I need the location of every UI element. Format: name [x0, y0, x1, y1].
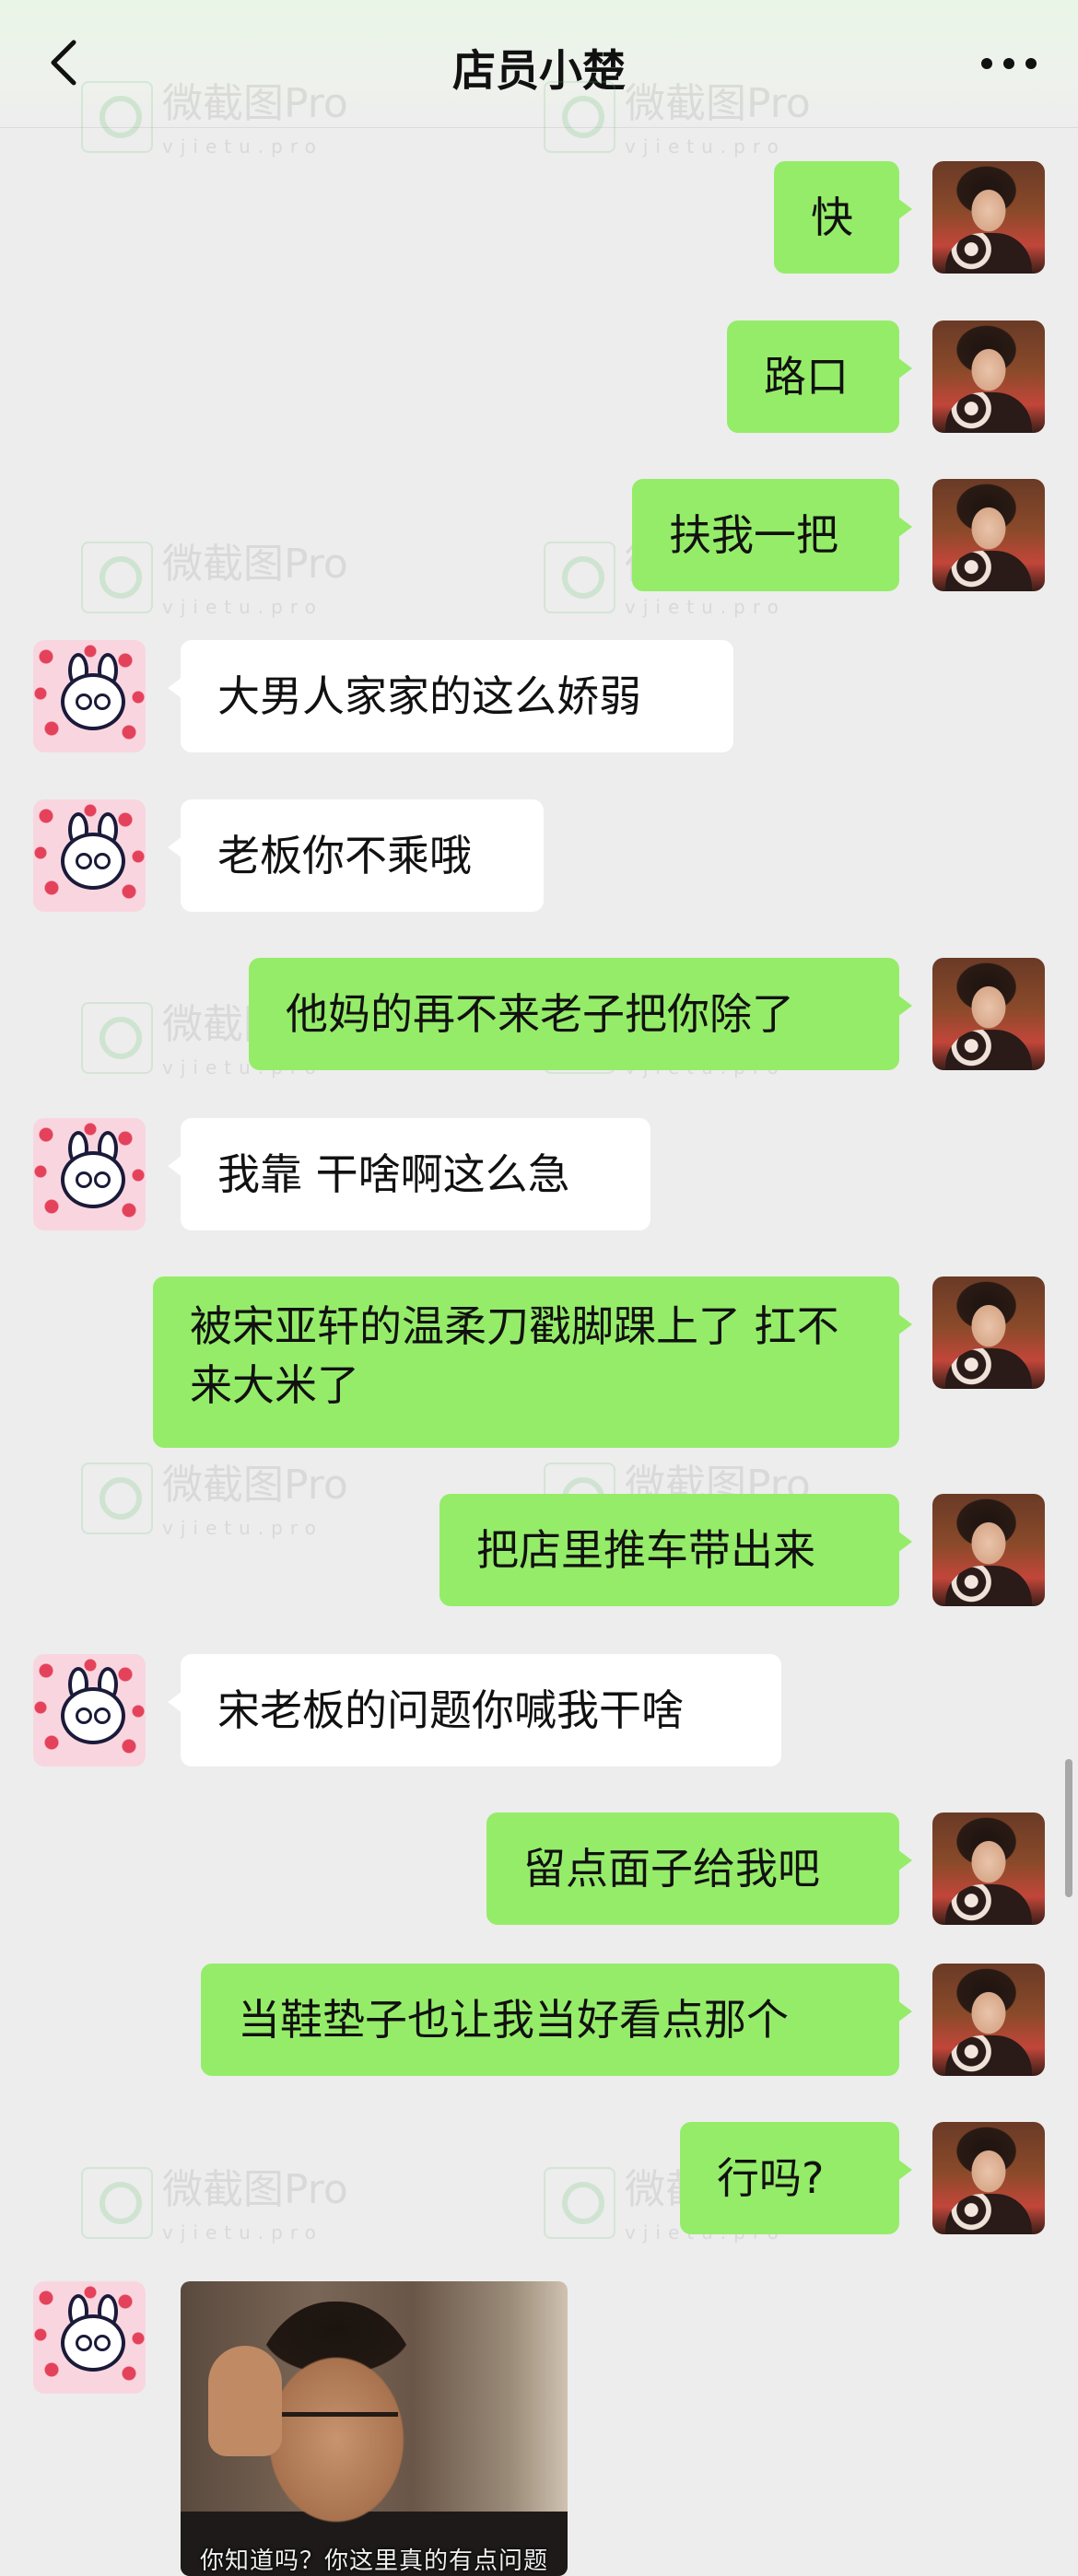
- my-avatar[interactable]: [932, 479, 1045, 591]
- watermark-logo-icon: [81, 542, 153, 613]
- my-message-bubble[interactable]: 被宋亚轩的温柔刀戳脚踝上了 扛不来大米了: [153, 1276, 912, 1448]
- watermark-logo-icon: [544, 542, 615, 613]
- more-button[interactable]: [977, 41, 1041, 87]
- contact-avatar[interactable]: [33, 1118, 146, 1230]
- image-message[interactable]: 你知道吗？你这里真的有点问题: [181, 2281, 568, 2576]
- image-subtitle: 你知道吗？你这里真的有点问题: [199, 2547, 548, 2575]
- watermark-logo-icon: [81, 1463, 153, 1534]
- bunny-face-icon: [61, 2314, 125, 2372]
- contact-message-bubble[interactable]: 大男人家家的这么娇弱: [168, 640, 733, 752]
- my-avatar[interactable]: [932, 1813, 1045, 1925]
- scrollbar[interactable]: [1065, 1759, 1072, 1897]
- my-message-bubble[interactable]: 留点面子给我吧: [486, 1813, 912, 1925]
- bunny-face-icon: [61, 1687, 125, 1744]
- contact-avatar[interactable]: [33, 2281, 146, 2394]
- bunny-face-icon: [61, 1151, 125, 1208]
- watermark: 微截图Provjietu.pro: [81, 1463, 348, 1549]
- my-message-bubble[interactable]: 当鞋垫子也让我当好看点那个: [201, 1964, 912, 2076]
- contact-avatar[interactable]: [33, 799, 146, 912]
- my-avatar[interactable]: [932, 1276, 1045, 1389]
- my-message-bubble[interactable]: 快: [774, 161, 912, 274]
- my-avatar[interactable]: [932, 2122, 1045, 2234]
- watermark-logo-icon: [81, 2167, 153, 2239]
- more-dots-icon: [981, 58, 1037, 69]
- contact-message-bubble[interactable]: 我靠 干啥啊这么急: [168, 1118, 650, 1230]
- bunny-face-icon: [61, 673, 125, 730]
- contact-avatar[interactable]: [33, 1654, 146, 1766]
- my-message-bubble[interactable]: 行吗?: [680, 2122, 912, 2234]
- chat-header: 店员小楚: [0, 0, 1078, 128]
- my-avatar[interactable]: [932, 161, 1045, 274]
- contact-avatar[interactable]: [33, 640, 146, 752]
- watermark-logo-icon: [81, 1002, 153, 1074]
- my-avatar[interactable]: [932, 958, 1045, 1070]
- my-message-bubble[interactable]: 把店里推车带出来: [439, 1494, 912, 1606]
- contact-message-bubble[interactable]: 宋老板的问题你喊我干啥: [168, 1654, 781, 1766]
- image-figure-glasses: [282, 2412, 398, 2444]
- watermark: 微截图Provjietu.pro: [81, 2167, 348, 2254]
- my-message-bubble[interactable]: 扶我一把: [632, 479, 912, 591]
- my-avatar[interactable]: [932, 1494, 1045, 1606]
- my-avatar[interactable]: [932, 321, 1045, 433]
- my-message-bubble[interactable]: 他妈的再不来老子把你除了: [249, 958, 912, 1070]
- my-avatar[interactable]: [932, 1964, 1045, 2076]
- watermark: 微截图Provjietu.pro: [81, 542, 348, 628]
- contact-message-bubble[interactable]: 老板你不乘哦: [168, 799, 544, 912]
- image-figure-hand: [208, 2346, 282, 2456]
- my-message-bubble[interactable]: 路口: [727, 321, 912, 433]
- chat-title: 店员小楚: [452, 46, 626, 97]
- bunny-face-icon: [61, 833, 125, 890]
- watermark-logo-icon: [544, 2167, 615, 2239]
